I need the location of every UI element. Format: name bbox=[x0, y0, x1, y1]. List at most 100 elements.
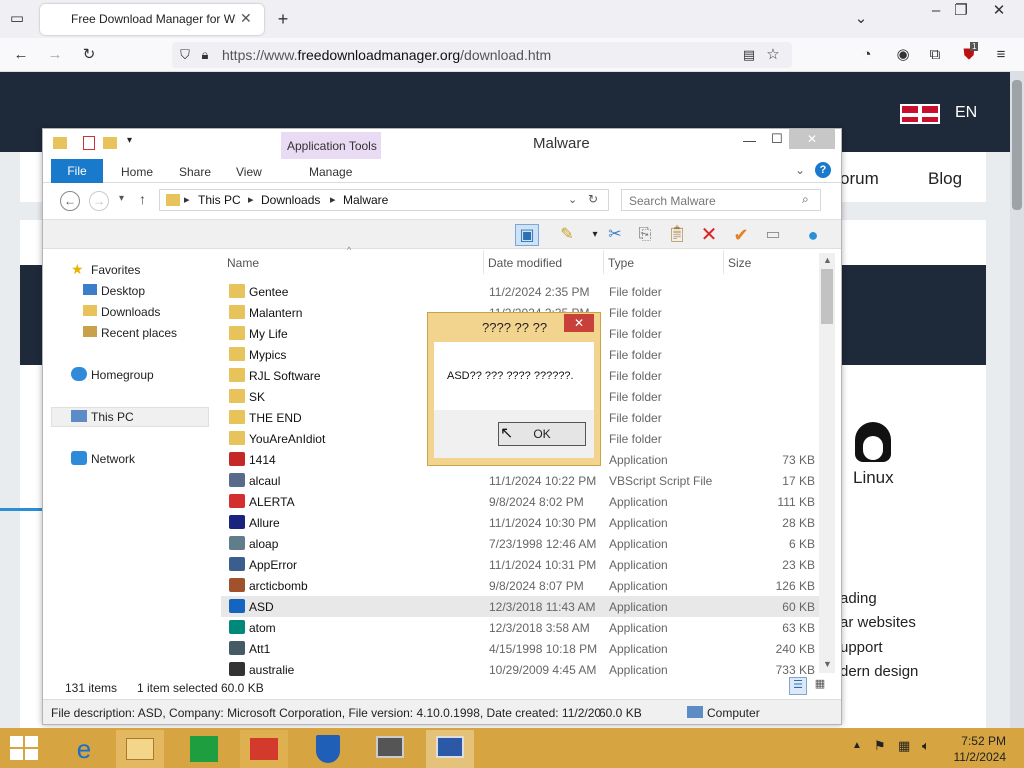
tab-overflow-icon[interactable]: ⌄ bbox=[850, 8, 872, 30]
nav-network[interactable]: Network bbox=[91, 452, 135, 466]
win-minimize-icon[interactable]: — bbox=[743, 133, 756, 148]
paste-icon[interactable]: 📋︎ bbox=[665, 224, 689, 246]
col-name[interactable]: Name bbox=[227, 256, 259, 270]
tray-flag-icon[interactable]: ⚑ bbox=[874, 738, 886, 754]
help-icon[interactable]: ? bbox=[815, 162, 831, 178]
file-row[interactable]: australie 10/29/2009 4:45 AM Application 73… bbox=[221, 659, 819, 680]
tab-home[interactable]: Home bbox=[121, 165, 153, 179]
account-icon[interactable]: ◉ bbox=[892, 44, 914, 66]
nav-favorites[interactable]: Favorites bbox=[91, 263, 140, 277]
nav-homegroup[interactable]: Homegroup bbox=[91, 368, 154, 382]
reader-view-icon[interactable]: ▤ bbox=[738, 44, 760, 66]
active-app-icon[interactable] bbox=[426, 730, 474, 768]
back-icon[interactable]: ← bbox=[10, 44, 32, 66]
file-row[interactable]: arcticbomb 9/8/2024 8:07 PM Application 126… bbox=[221, 575, 819, 596]
nav-forum[interactable]: orum bbox=[840, 169, 879, 189]
app-red-icon[interactable] bbox=[240, 730, 288, 768]
minimize-icon[interactable]: – bbox=[925, 0, 947, 22]
restore-icon[interactable]: ❐ bbox=[950, 0, 972, 22]
browser-close-icon[interactable]: ✕ bbox=[988, 0, 1010, 22]
copy-icon[interactable]: ⎘ bbox=[633, 224, 657, 246]
reload-icon[interactable]: ↻ bbox=[78, 44, 100, 66]
file-row[interactable]: Allure 11/1/2024 10:30 PM Application 28 KB bbox=[221, 512, 819, 533]
rename-check-icon[interactable]: ✔ bbox=[729, 224, 753, 246]
language-label[interactable]: EN bbox=[955, 104, 977, 122]
properties-check-icon[interactable]: ✎ bbox=[555, 224, 579, 246]
col-date[interactable]: Date modified bbox=[488, 256, 562, 270]
dialog-close-button[interactable]: ✕ bbox=[564, 314, 594, 332]
tab-file[interactable]: File bbox=[51, 159, 103, 183]
tab-manage[interactable]: Manage bbox=[309, 165, 352, 179]
recent-locations-icon[interactable]: ▾ bbox=[119, 193, 124, 204]
linux-label[interactable]: Linux bbox=[853, 468, 894, 488]
preview-pane-icon[interactable]: ▣ bbox=[515, 224, 539, 246]
lock-icon[interactable]: 🔒︎ bbox=[194, 44, 216, 66]
shield-icon[interactable]: ⛉ bbox=[174, 44, 196, 66]
scroll-down-icon[interactable]: ▼ bbox=[823, 659, 832, 669]
nav-desktop[interactable]: Desktop bbox=[101, 284, 145, 298]
search-box[interactable]: Search Malware ⌕ bbox=[621, 189, 821, 211]
file-row[interactable]: Gentee 11/2/2024 2:35 PM File folder bbox=[221, 281, 819, 302]
store-icon[interactable] bbox=[180, 730, 228, 768]
tray-volume-icon[interactable]: 🔈︎ bbox=[922, 738, 930, 754]
up-icon[interactable]: ↑ bbox=[139, 191, 146, 207]
col-size[interactable]: Size bbox=[728, 256, 751, 270]
nav-recent[interactable]: Recent places bbox=[101, 326, 177, 340]
chat-icon[interactable]: ● bbox=[801, 224, 825, 246]
browser-tab[interactable]: Free Download Manager for Wi ✕ bbox=[40, 4, 264, 35]
list-scrollbar-thumb[interactable] bbox=[821, 269, 833, 324]
new-tab-icon[interactable]: + bbox=[272, 8, 294, 30]
nav-blog[interactable]: Blog bbox=[928, 169, 962, 189]
file-row[interactable]: AppError 11/1/2024 10:31 PM Application 23 … bbox=[221, 554, 819, 575]
file-row[interactable]: aloap 7/23/1998 12:46 AM Application 6 KB bbox=[221, 533, 819, 554]
security-shield-icon[interactable] bbox=[304, 730, 352, 768]
explorer-forward-icon[interactable]: → bbox=[89, 191, 109, 211]
explorer-address-bar[interactable]: ▸ This PC ▸ Downloads ▸ Malware ⌄ ↻ bbox=[159, 189, 609, 211]
computer-app-icon[interactable] bbox=[366, 730, 414, 768]
file-row[interactable]: atom 12/3/2018 3:58 AM Application 63 KB bbox=[221, 617, 819, 638]
select-icon[interactable]: ▭ bbox=[761, 224, 785, 246]
explorer-back-icon[interactable]: ← bbox=[60, 191, 80, 211]
extensions-icon[interactable]: ⧉ bbox=[924, 44, 946, 66]
linux-penguin-icon[interactable] bbox=[855, 422, 891, 462]
breadcrumb-thispc[interactable]: This PC bbox=[198, 193, 241, 207]
refresh-icon[interactable]: ↻ bbox=[588, 192, 598, 206]
col-type[interactable]: Type bbox=[608, 256, 634, 270]
tab-share[interactable]: Share bbox=[179, 165, 211, 179]
nav-downloads[interactable]: Downloads bbox=[101, 305, 160, 319]
tray-network-icon[interactable]: ▦ bbox=[898, 738, 910, 754]
tray-up-arrow-icon[interactable]: ▲ bbox=[852, 740, 862, 751]
page-scrollbar-thumb[interactable] bbox=[1012, 80, 1022, 210]
start-windows-icon[interactable] bbox=[10, 736, 38, 760]
uk-flag-icon[interactable] bbox=[900, 104, 940, 124]
quick-access-dropdown-icon[interactable]: ▾ bbox=[127, 135, 132, 146]
file-explorer-taskbar-icon[interactable] bbox=[116, 730, 164, 768]
breadcrumb-malware[interactable]: Malware bbox=[343, 193, 388, 207]
address-bar[interactable]: ⛉ 🔒︎ https://www.freedownloadmanager.org… bbox=[172, 42, 792, 68]
menu-icon[interactable]: ≡ bbox=[990, 44, 1012, 66]
properties-icon[interactable] bbox=[83, 136, 95, 150]
search-icon[interactable]: ⌕ bbox=[802, 192, 809, 207]
tab-view[interactable]: View bbox=[236, 165, 262, 179]
file-row[interactable]: Att1 4/15/1998 10:18 PM Application 240 KB bbox=[221, 638, 819, 659]
scroll-up-icon[interactable]: ▲ bbox=[823, 255, 832, 265]
ribbon-expand-icon[interactable]: ⌄ bbox=[795, 163, 805, 177]
file-row[interactable]: alcaul 11/1/2024 10:22 PM VBScript Script … bbox=[221, 470, 819, 491]
forward-icon[interactable]: → bbox=[44, 44, 66, 66]
file-row[interactable]: ALERTA 9/8/2024 8:02 PM Application 111 KB bbox=[221, 491, 819, 512]
clock-icon[interactable]: ◔ bbox=[856, 44, 878, 66]
win-maximize-icon[interactable]: ☐ bbox=[771, 131, 783, 147]
new-folder-icon[interactable] bbox=[103, 137, 117, 149]
bookmark-star-icon[interactable]: ☆ bbox=[762, 44, 784, 66]
tab-list-icon[interactable]: ▭ bbox=[6, 8, 28, 30]
breadcrumb-downloads[interactable]: Downloads bbox=[261, 193, 320, 207]
tray-clock[interactable]: 7:52 PM 11/2/2024 bbox=[946, 733, 1007, 765]
nav-thispc[interactable]: This PC bbox=[91, 410, 134, 424]
delete-icon[interactable]: ✕ bbox=[697, 224, 721, 246]
file-row[interactable]: ASD 12/3/2018 11:43 AM Application 60 KB bbox=[221, 596, 819, 617]
address-dropdown-icon[interactable]: ⌄ bbox=[568, 193, 577, 206]
win-close-button[interactable]: ✕ bbox=[789, 129, 835, 149]
internet-explorer-icon[interactable]: e bbox=[60, 730, 108, 768]
cut-icon[interactable]: ✂ bbox=[603, 224, 627, 246]
close-tab-icon[interactable]: ✕ bbox=[240, 10, 252, 27]
